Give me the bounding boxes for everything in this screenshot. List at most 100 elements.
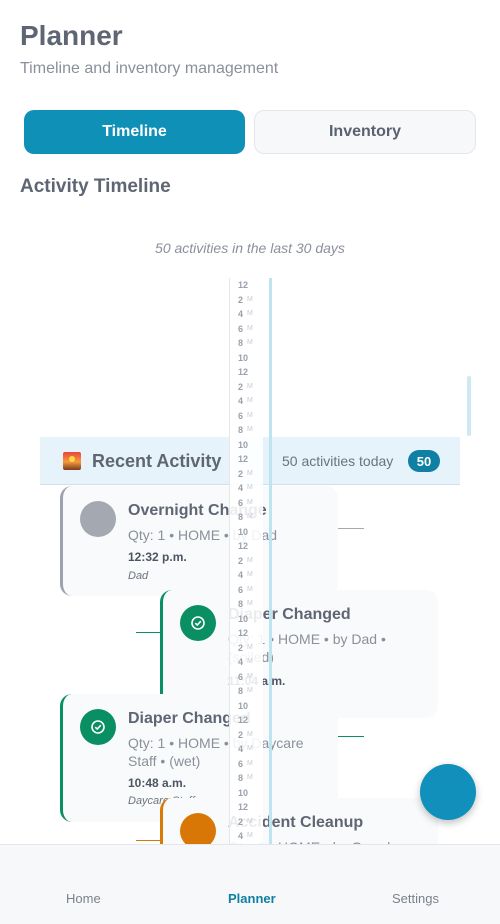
ruler-tick: 2M [230, 467, 263, 481]
ruler-tick-label: 8 [238, 773, 244, 784]
status-circle [80, 501, 116, 537]
ruler-tick-meridiem: M [247, 382, 253, 390]
ruler-tick: 8M [230, 771, 263, 785]
ruler-tick-meridiem: M [247, 498, 253, 506]
scrollbar[interactable] [467, 376, 471, 436]
check-icon [80, 709, 116, 745]
ruler-tick-label: 12 [238, 541, 249, 552]
ruler-tick-label: 10 [238, 439, 249, 450]
bottom-nav: Home Planner Settings [0, 844, 500, 924]
timeline-axis [269, 278, 272, 844]
ruler-tick: 8M [230, 597, 263, 611]
ruler-tick: 6M [230, 496, 263, 510]
ruler-tick-meridiem: M [247, 730, 253, 738]
ruler-tick-meridiem: M [247, 687, 253, 695]
ruler-tick: 8M [230, 510, 263, 524]
ruler-tick: 10 [230, 786, 263, 800]
ruler-tick-meridiem: M [247, 774, 253, 782]
ruler-tick-label: 10 [238, 613, 249, 624]
ruler-tick-meridiem: M [247, 484, 253, 492]
ruler-tick-label: 6 [238, 497, 244, 508]
page-subtitle: Timeline and inventory management [20, 60, 279, 77]
ruler-tick-label: 10 [238, 352, 249, 363]
ruler-tick-meridiem: M [247, 513, 253, 521]
ruler-tick-label: 12 [238, 628, 249, 639]
recent-activity-title: Recent Activity [92, 451, 222, 471]
ruler-tick: 6M [230, 670, 263, 684]
ruler-tick-label: 4 [238, 831, 244, 842]
ruler-tick-label: 8 [238, 425, 244, 436]
ruler-tick-label: 6 [238, 584, 244, 595]
ruler-tick-meridiem: M [247, 469, 253, 477]
ruler-tick-label: 12 [238, 280, 249, 290]
ruler-tick-label: 4 [238, 483, 244, 494]
ruler-tick: 4M [230, 829, 263, 843]
ruler-tick: 2M [230, 554, 263, 568]
ruler-tick: 10 [230, 699, 263, 713]
ruler-tick: 10 [230, 525, 263, 539]
ruler-tick-label: 2 [238, 729, 244, 740]
ruler-tick-label: 2 [238, 381, 244, 392]
ruler-tick-meridiem: M [247, 745, 253, 753]
ruler-tick: 12 [230, 713, 263, 727]
ruler-tick-label: 2 [238, 468, 244, 479]
sunset-icon [63, 452, 81, 470]
nav-settings[interactable]: Settings [392, 891, 439, 906]
ruler-tick: 2M [230, 815, 263, 829]
ruler-tick: 4M [230, 481, 263, 495]
timeline-ruler[interactable]: 12 2 M 4 M 6 M 8 M 10 12 2 M 4 M 6 M 8 M 10 12 2 M 4 M 6 M 8 M 10 12 2 M… [229, 278, 263, 844]
ruler-tick-meridiem: M [247, 397, 253, 405]
ruler-tick-meridiem: M [247, 600, 253, 608]
ruler-tick: 6M [230, 409, 263, 423]
tab-inventory[interactable]: Inventory [254, 110, 476, 154]
ruler-tick-label: 2 [238, 642, 244, 653]
nav-home[interactable]: Home [66, 891, 101, 906]
ruler-tick: 12 [230, 800, 263, 814]
ruler-tick-meridiem: M [247, 295, 253, 303]
ruler-tick: 6M [230, 322, 263, 336]
activity-summary: 50 activities in the last 30 days [155, 240, 345, 256]
add-activity-button[interactable] [420, 764, 476, 820]
ruler-tick-label: 8 [238, 599, 244, 610]
ruler-tick: 2M [230, 641, 263, 655]
ruler-tick-meridiem: M [247, 585, 253, 593]
activity-card[interactable]: Overnight Change Qty: 1 • HOME • by Dad … [60, 486, 338, 596]
ruler-tick-meridiem: M [247, 832, 253, 840]
ruler-tick: 6M [230, 757, 263, 771]
ruler-tick-label: 12 [238, 454, 249, 465]
ruler-tick: 12 [230, 452, 263, 466]
ruler-tick-label: 10 [238, 787, 249, 798]
ruler-tick: 12 [230, 626, 263, 640]
timeline-connector [136, 632, 162, 633]
ruler-tick: 8M [230, 684, 263, 698]
ruler-tick-label: 4 [238, 657, 244, 668]
ruler-tick-label: 8 [238, 512, 244, 523]
ruler-tick-meridiem: M [247, 658, 253, 666]
ruler-tick-label: 4 [238, 570, 244, 581]
ruler-tick-label: 6 [238, 323, 244, 334]
ruler-tick: 4M [230, 307, 263, 321]
recent-activity-count: 50 activities today [282, 453, 394, 469]
ruler-tick-meridiem: M [247, 339, 253, 347]
ruler-tick: 12 [230, 365, 263, 379]
ruler-tick-label: 2 [238, 816, 244, 827]
ruler-tick-label: 6 [238, 671, 244, 682]
activity-by: Dad [128, 570, 149, 582]
ruler-tick-meridiem: M [247, 759, 253, 767]
ruler-tick-meridiem: M [247, 571, 253, 579]
tab-timeline[interactable]: Timeline [24, 110, 245, 154]
timeline-connector [338, 528, 364, 529]
ruler-tick: 12 [230, 539, 263, 553]
count-badge: 50 [408, 450, 440, 472]
ruler-tick-label: 8 [238, 338, 244, 349]
ruler-tick-meridiem: M [247, 411, 253, 419]
activity-time: 10:48 a.m. [128, 776, 187, 790]
ruler-tick-label: 6 [238, 410, 244, 421]
ruler-tick: 8M [230, 423, 263, 437]
ruler-tick-meridiem: M [247, 310, 253, 318]
ruler-tick-label: 2 [238, 294, 244, 305]
timeline-connector [338, 736, 364, 737]
ruler-tick-meridiem: M [247, 643, 253, 651]
nav-planner[interactable]: Planner [228, 891, 276, 906]
ruler-tick-meridiem: M [247, 426, 253, 434]
